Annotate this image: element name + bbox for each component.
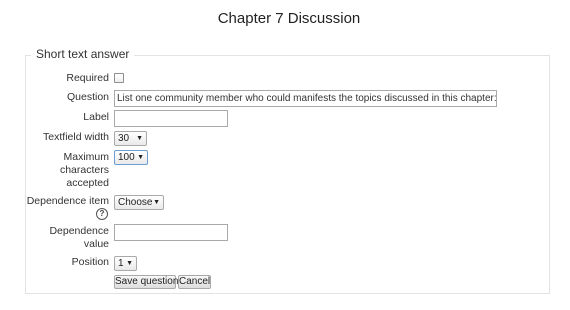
- textfield-width-label: Textfield width: [43, 131, 109, 143]
- help-icon[interactable]: ?: [96, 208, 108, 220]
- save-question-button[interactable]: Save question: [114, 275, 178, 289]
- cancel-button[interactable]: Cancel: [178, 275, 211, 289]
- question-input[interactable]: List one community member who could mani…: [114, 90, 497, 107]
- dependence-value-label-line2: value: [83, 238, 109, 250]
- max-chars-label-line2: characters: [59, 164, 109, 176]
- dependence-value-input[interactable]: [114, 224, 228, 241]
- position-label: Position: [71, 256, 109, 268]
- chevron-down-icon: ▼: [153, 199, 160, 206]
- dependence-value-label-line1: Dependence: [49, 225, 109, 237]
- label-field-label: Label: [83, 111, 109, 123]
- dependence-item-label: Dependence item: [26, 195, 109, 207]
- position-select[interactable]: 1 ▼: [114, 256, 137, 271]
- chevron-down-icon: ▼: [137, 154, 144, 161]
- textfield-width-value: 30: [118, 133, 130, 144]
- max-chars-label-line3: accepted: [66, 177, 109, 189]
- page-title: Chapter 7 Discussion: [217, 10, 361, 27]
- chevron-down-icon: ▼: [126, 260, 133, 267]
- required-label: Required: [66, 72, 109, 84]
- position-value: 1: [118, 258, 124, 269]
- textfield-width-select[interactable]: 30 ▼: [114, 131, 147, 146]
- fieldset-legend: Short text answer: [31, 47, 135, 61]
- dependence-item-value: Choose: [118, 197, 153, 208]
- required-checkbox[interactable]: [114, 73, 124, 83]
- dependence-item-select[interactable]: Choose ▼: [114, 195, 164, 210]
- label-input[interactable]: [114, 110, 228, 127]
- max-chars-label-line1: Maximum: [63, 151, 109, 163]
- question-label: Question: [66, 91, 109, 103]
- chevron-down-icon: ▼: [136, 135, 143, 142]
- max-chars-value: 100: [118, 152, 135, 163]
- max-chars-select[interactable]: 100 ▼: [114, 150, 148, 165]
